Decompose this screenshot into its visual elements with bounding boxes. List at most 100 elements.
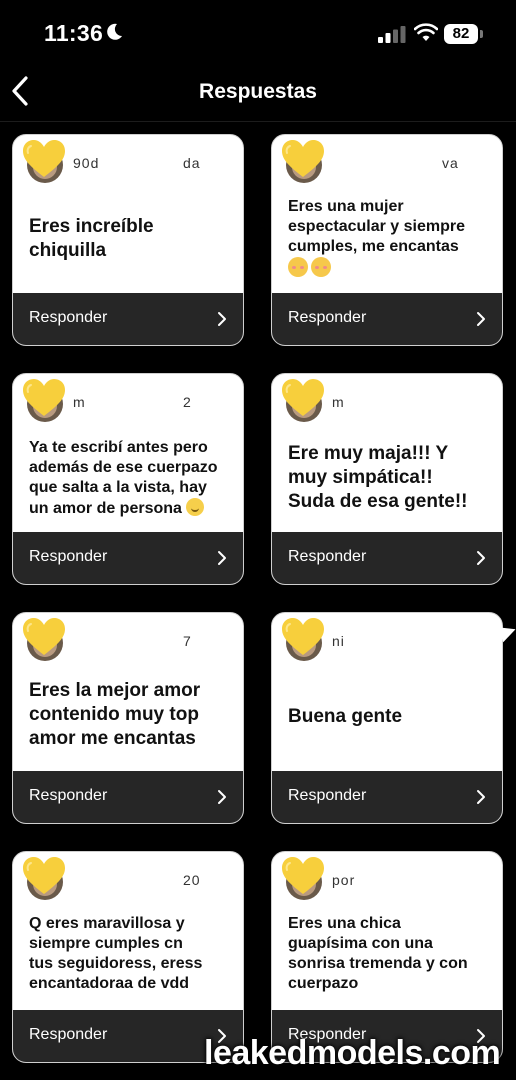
username-fragment-tail: va	[442, 155, 459, 171]
reply-label: Responder	[288, 309, 367, 326]
emoji-row	[288, 257, 488, 277]
reply-label: Responder	[29, 1026, 108, 1043]
chevron-right-icon	[477, 312, 485, 326]
wifi-icon	[414, 23, 438, 41]
message-line: cuerpazo	[288, 975, 359, 992]
card-header: m2	[13, 374, 243, 422]
reply-button[interactable]: Responder	[13, 771, 243, 823]
username-fragment-tail: 7	[183, 633, 192, 649]
response-card[interactable]: 7 Eres la mejor amor contenido muy top amor…	[12, 612, 244, 824]
response-card[interactable]: 90d da Eres increíble chiquilla Responder	[12, 134, 244, 346]
response-message: Q eres maravillosa y siempre cumples cn tu…	[29, 914, 229, 994]
username-fragment: m	[73, 394, 86, 410]
username-fragment-tail: da	[183, 155, 201, 171]
message-line: amor me encantas	[29, 728, 196, 749]
chevron-right-icon	[477, 790, 485, 804]
response-card[interactable]: m 2 Ya te escribí antes pero además de ese …	[12, 373, 244, 585]
battery-tip	[480, 30, 483, 38]
message-line: que salta a la vista, hay	[29, 479, 207, 496]
yellow-heart-icon	[282, 618, 324, 655]
card-header: m	[272, 374, 502, 422]
response-message: Eres una mujer espectacular y siempre cump…	[288, 197, 488, 277]
yellow-heart-icon	[23, 379, 65, 416]
smiling-face-with-hearts-icon	[288, 257, 308, 277]
reply-label: Responder	[288, 787, 367, 804]
response-message: Ere muy maja!!! Y muy simpática!! Suda de …	[288, 442, 488, 514]
response-message: Eres la mejor amor contenido muy top amor …	[29, 679, 229, 751]
response-message: Eres una chica guapísima con una sonrisa t…	[288, 914, 488, 994]
username-fragment: por	[332, 872, 356, 888]
username-fragment-tail: 2	[183, 394, 192, 410]
message-line: siempre cumples cn	[29, 935, 183, 952]
response-message: Ya te escribí antes pero además de ese cu…	[29, 438, 229, 519]
card-header: 7	[13, 613, 243, 661]
card-header: ni	[272, 613, 502, 661]
card-header: 20	[13, 852, 243, 900]
message-line: Eres una mujer	[288, 198, 404, 215]
username-fragment: m	[332, 394, 345, 410]
response-card[interactable]: va Eres una mujer espectacular y siempre cu…	[271, 134, 503, 346]
message-line: Eres una chica	[288, 915, 401, 932]
reply-label: Responder	[29, 309, 108, 326]
message-line: muy simpática!!	[288, 467, 433, 488]
nav-bar: Respuestas	[0, 64, 516, 122]
response-card[interactable]: ni Buena gente Responder	[271, 612, 503, 824]
watermark-text: leakedmodels.com	[204, 1034, 501, 1072]
battery-level: 82	[444, 24, 478, 44]
message-line: encantadoraa de vdd	[29, 975, 190, 992]
message-line: guapísima con una	[288, 935, 433, 952]
yellow-heart-icon	[282, 379, 324, 416]
yellow-heart-icon	[23, 140, 65, 177]
message-line: Eres la mejor amor	[29, 680, 201, 701]
response-message: Buena gente	[288, 705, 488, 729]
reply-button[interactable]: Responder	[272, 293, 502, 345]
chevron-right-icon	[218, 790, 226, 804]
message-line: espectacular y siempre	[288, 218, 465, 235]
reply-label: Responder	[29, 787, 108, 804]
username-fragment: ni	[332, 633, 345, 649]
card-header: por	[272, 852, 502, 900]
status-bar: 11:36 82	[0, 0, 516, 64]
status-time: 11:36	[44, 20, 104, 46]
yellow-heart-icon	[282, 140, 324, 177]
response-card[interactable]: m Ere muy maja!!! Y muy simpática!! Suda de…	[271, 373, 503, 585]
reply-button[interactable]: Responder	[13, 293, 243, 345]
page-title: Respuestas	[199, 80, 317, 103]
message-line: Buena gente	[288, 706, 403, 727]
username-fragment-tail: 20	[183, 872, 201, 888]
chevron-right-icon	[477, 551, 485, 565]
chevron-right-icon	[218, 551, 226, 565]
message-line: Q eres maravillosa y	[29, 915, 185, 932]
reply-button[interactable]: Responder	[13, 532, 243, 584]
signal-icon	[378, 26, 406, 43]
reply-button[interactable]: Responder	[272, 532, 502, 584]
response-card[interactable]: 20 Q eres maravillosa y siempre cumples cn…	[12, 851, 244, 1063]
message-line: Suda de esa gente!!	[288, 491, 468, 512]
card-header: va	[272, 135, 502, 183]
moon-icon	[107, 23, 122, 40]
message-line: tus seguidoress, eress	[29, 955, 203, 972]
message-line: sonrisa tremenda y con	[288, 955, 468, 972]
card-header: 90d da	[13, 135, 243, 183]
chevron-right-icon	[218, 312, 226, 326]
smiling-face-with-hearts-icon	[311, 257, 331, 277]
slightly-smiling-face-icon	[186, 498, 205, 516]
reply-label: Responder	[288, 548, 367, 565]
response-message: Eres increíble chiquilla	[29, 215, 229, 263]
message-line-wrap: un amor de persona	[29, 498, 229, 519]
reply-label: Responder	[29, 548, 108, 565]
battery-indicator: 82	[444, 24, 484, 44]
message-line: chiquilla	[29, 240, 107, 261]
yellow-heart-icon	[23, 857, 65, 894]
message-line: cumples, me encantas	[288, 238, 459, 255]
reply-button[interactable]: Responder	[272, 771, 502, 823]
yellow-heart-icon	[282, 857, 324, 894]
yellow-heart-icon	[23, 618, 65, 655]
response-card[interactable]: por Eres una chica guapísima con una sonris…	[271, 851, 503, 1063]
username-fragment: 90d	[73, 155, 100, 171]
message-line: Ere muy maja!!! Y	[288, 443, 449, 464]
message-line: Ya te escribí antes pero	[29, 439, 208, 456]
message-line: contenido muy top	[29, 704, 199, 725]
message-line: además de ese cuerpazo	[29, 459, 218, 476]
message-line: un amor de persona	[29, 500, 182, 517]
